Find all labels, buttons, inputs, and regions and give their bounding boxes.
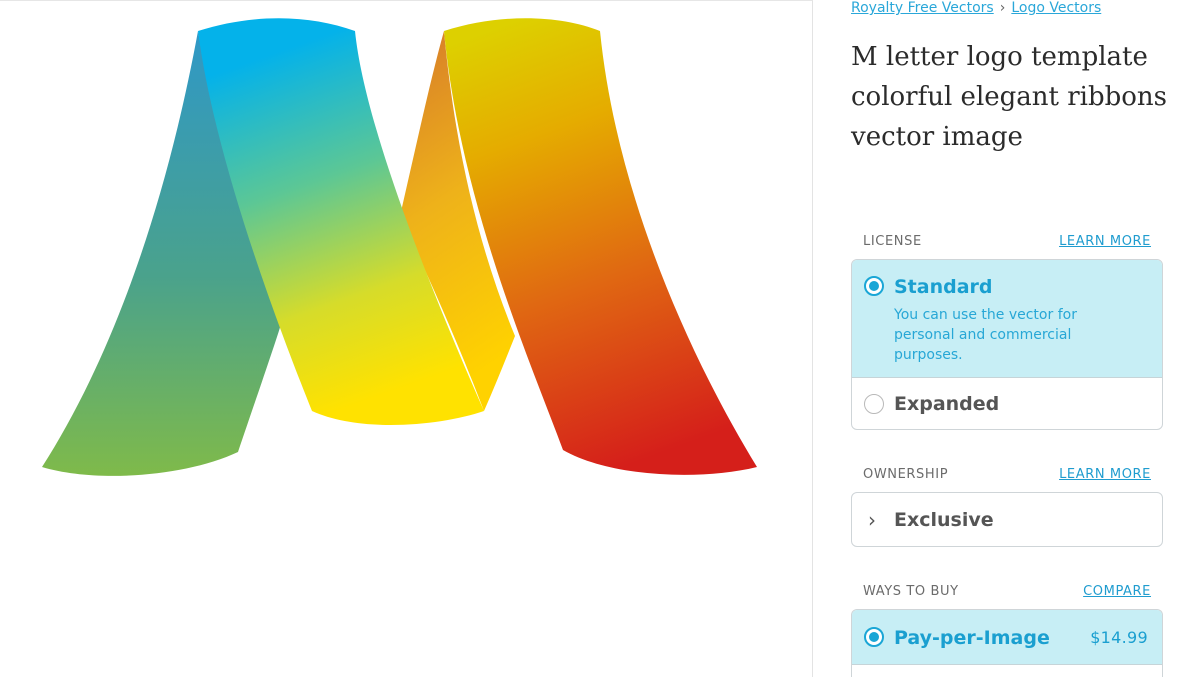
- license-option-description: You can use the vector for personal and …: [894, 307, 1077, 363]
- ribbon-right: [444, 18, 757, 475]
- ownership-option-exclusive[interactable]: › Exclusive: [851, 492, 1163, 547]
- image-preview: [0, 0, 813, 677]
- license-section-header: LICENSE LEARN MORE: [863, 234, 1151, 252]
- ways-to-buy-heading: WAYS TO BUY: [863, 584, 959, 599]
- ownership-heading: OWNERSHIP: [863, 467, 949, 482]
- option-divider: [852, 664, 1162, 665]
- ownership-section-header: OWNERSHIP LEARN MORE: [863, 467, 1151, 485]
- breadcrumb-link-royalty-free-vectors[interactable]: Royalty Free Vectors: [851, 0, 994, 16]
- ways-to-buy-options: Pay-per-Image $14.99: [851, 609, 1163, 677]
- radio-unselected-icon[interactable]: [864, 394, 884, 414]
- license-option-label: Expanded: [894, 393, 1000, 415]
- m-letter-logo-image: [42, 18, 757, 476]
- chevron-right-icon: ›: [868, 508, 876, 532]
- license-options: Standard You can use the vector for pers…: [851, 259, 1163, 430]
- radio-selected-icon[interactable]: [864, 276, 884, 296]
- radio-selected-icon[interactable]: [864, 627, 884, 647]
- compare-link[interactable]: COMPARE: [1083, 584, 1151, 599]
- ways-to-buy-section-header: WAYS TO BUY COMPARE: [863, 584, 1151, 602]
- license-learn-more-link[interactable]: LEARN MORE: [1059, 234, 1151, 249]
- breadcrumb-link-logo-vectors[interactable]: Logo Vectors: [1011, 0, 1101, 16]
- license-heading: LICENSE: [863, 234, 922, 249]
- buy-option-price: $14.99: [1090, 628, 1148, 647]
- license-option-expanded[interactable]: Expanded: [852, 378, 1162, 429]
- license-option-label: Standard: [894, 276, 993, 298]
- breadcrumb: Royalty Free Vectors › Logo Vectors: [851, 0, 1101, 16]
- ownership-option-label: Exclusive: [894, 509, 994, 531]
- product-panel: Royalty Free Vectors › Logo Vectors M lett…: [813, 0, 1192, 677]
- page-title: M letter logo template colorful elegant …: [851, 42, 1168, 152]
- buy-option-label: Pay-per-Image: [894, 627, 1050, 649]
- license-option-standard[interactable]: Standard You can use the vector for pers…: [852, 260, 1162, 377]
- ownership-learn-more-link[interactable]: LEARN MORE: [1059, 467, 1151, 482]
- buy-option-pay-per-image[interactable]: Pay-per-Image $14.99: [852, 610, 1162, 664]
- breadcrumb-separator: ›: [999, 0, 1006, 16]
